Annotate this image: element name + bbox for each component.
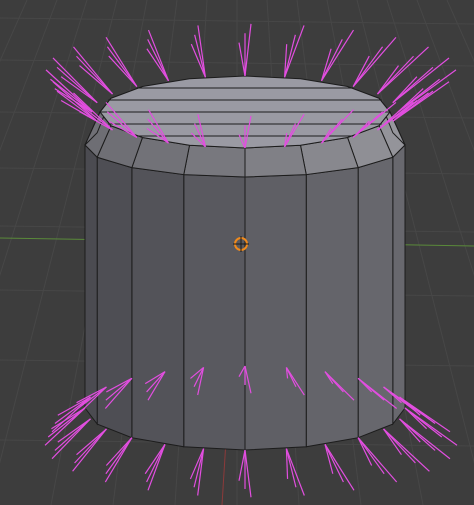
side-face[interactable] — [96, 156, 133, 439]
side-face[interactable] — [305, 167, 359, 448]
side-face[interactable] — [84, 143, 98, 426]
viewport-canvas[interactable] — [0, 0, 474, 505]
3d-viewport[interactable] — [0, 0, 474, 505]
side-face[interactable] — [183, 174, 246, 451]
side-face[interactable] — [392, 143, 406, 426]
side-face[interactable] — [357, 156, 394, 439]
bevel-face[interactable] — [183, 144, 246, 178]
side-face[interactable] — [131, 167, 185, 448]
bevel-face[interactable] — [244, 144, 307, 178]
side-face[interactable] — [244, 174, 307, 451]
